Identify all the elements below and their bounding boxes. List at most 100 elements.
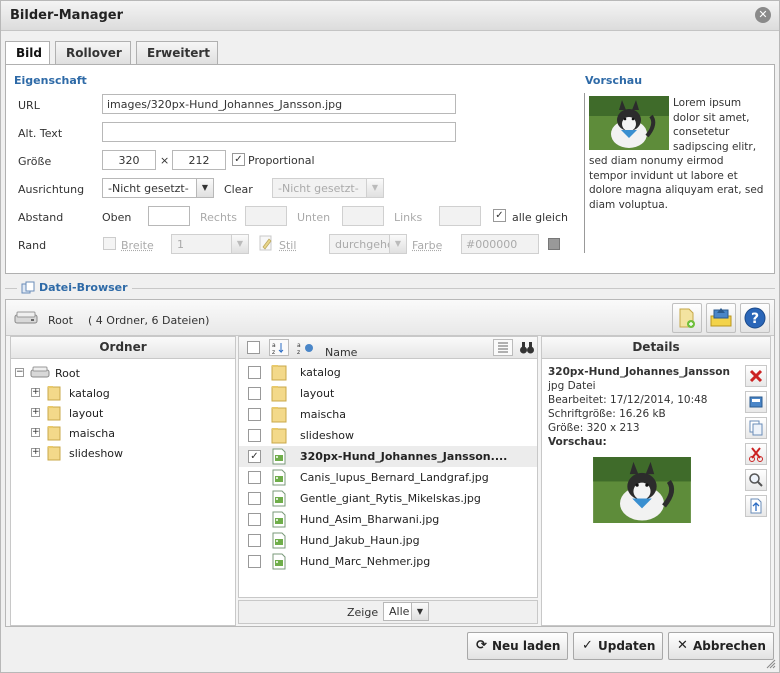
proportional-checkbox[interactable]: ✓ <box>232 153 245 166</box>
file-row[interactable]: layout <box>239 383 537 404</box>
svg-text:?: ? <box>751 311 759 327</box>
height-input[interactable] <box>172 150 226 170</box>
tab-rollover[interactable]: Rollover <box>55 41 131 65</box>
file-row[interactable]: slideshow <box>239 425 537 446</box>
update-button[interactable]: ✓ Updaten <box>573 632 663 660</box>
folder-icon <box>47 446 61 461</box>
file-name: maischa <box>300 408 347 421</box>
border-color-label: Farbe <box>412 239 443 252</box>
sort-az-icon[interactable]: az <box>269 339 289 356</box>
file-row[interactable]: Hund_Jakub_Haun.jpg <box>239 530 537 551</box>
all-equal-checkbox[interactable]: ✓ <box>493 209 506 222</box>
folder-icon <box>271 427 287 447</box>
cancel-x-icon: ✕ <box>677 638 688 653</box>
tree-item-label: maischa <box>69 427 116 440</box>
file-name: Hund_Asim_Bharwani.jpg <box>300 513 440 526</box>
border-width-select: 1 ▼ <box>171 234 249 254</box>
select-all-checkbox[interactable] <box>247 341 260 354</box>
close-icon[interactable]: ✕ <box>755 7 771 23</box>
width-input[interactable] <box>102 150 156 170</box>
reload-button[interactable]: ⟳ Neu laden <box>467 632 568 660</box>
svg-text:a: a <box>297 342 301 349</box>
zoom-button[interactable] <box>745 469 767 491</box>
help-button[interactable]: ? <box>740 303 770 333</box>
magnifier-icon <box>749 473 763 487</box>
details-filename: 320px-Hund_Johannes_Jansson <box>548 366 730 378</box>
insert-image-icon <box>749 396 763 408</box>
file-row[interactable]: Hund_Marc_Nehmer.jpg <box>239 551 537 572</box>
tree-item-label: layout <box>69 407 104 420</box>
expand-icon[interactable]: + <box>31 408 40 417</box>
chevron-down-icon: ▼ <box>389 235 406 253</box>
file-checkbox[interactable] <box>248 534 261 547</box>
alignment-select[interactable]: -Nicht gesetzt- ▼ <box>102 178 214 198</box>
file-checkbox[interactable] <box>248 408 261 421</box>
window-title: Bilder-Manager <box>10 8 124 23</box>
upload-button[interactable] <box>706 303 736 333</box>
border-width-value: 1 <box>177 238 184 251</box>
spacing-left-input <box>439 206 481 226</box>
files-filter-bar: Zeige Alle ▼ <box>238 600 538 624</box>
collapse-icon[interactable]: − <box>15 368 24 377</box>
file-row[interactable]: maischa <box>239 404 537 425</box>
file-row[interactable]: Hund_Asim_Bharwani.jpg <box>239 509 537 530</box>
file-row[interactable]: katalog <box>239 362 537 383</box>
image-file-icon <box>271 511 287 531</box>
refresh-icon: ⟳ <box>476 638 487 653</box>
expand-icon[interactable]: + <box>31 448 40 457</box>
show-label: Zeige <box>347 606 379 619</box>
upload-icon <box>710 308 732 327</box>
preview-dog-image <box>589 96 669 150</box>
delete-button[interactable] <box>745 365 767 387</box>
times-sign: × <box>160 154 170 167</box>
file-checkbox[interactable] <box>248 513 261 526</box>
show-filter-select[interactable]: Alle ▼ <box>383 602 429 621</box>
file-row[interactable]: Canis_lupus_Bernard_Landgraf.jpg <box>239 467 537 488</box>
file-checkbox[interactable] <box>248 366 261 379</box>
alt-text-label: Alt. Text <box>18 127 63 140</box>
expand-icon[interactable]: + <box>31 428 40 437</box>
update-button-label: Updaten <box>598 639 656 653</box>
cancel-button[interactable]: ✕ Abbrechen <box>668 632 774 660</box>
alignment-label: Ausrichtung <box>18 183 85 196</box>
preview-heading: Vorschau <box>585 74 643 87</box>
name-header-label[interactable]: Name <box>325 342 357 363</box>
details-view-icon[interactable] <box>493 339 513 356</box>
file-checkbox[interactable] <box>248 471 261 484</box>
insert-button[interactable] <box>745 391 767 413</box>
file-checkbox[interactable] <box>248 429 261 442</box>
spacing-top-input[interactable] <box>148 206 190 226</box>
border-style-select: durchgehend ▼ <box>329 234 407 254</box>
file-checkbox[interactable] <box>248 492 261 505</box>
file-checkbox[interactable] <box>248 555 261 568</box>
browser-toolbar: Root ( 4 Ordner, 6 Dateien) ? <box>6 300 774 336</box>
sort-za-icon[interactable]: az <box>295 339 317 356</box>
alt-text-input[interactable] <box>102 122 456 142</box>
details-column: Details 320px-Hund_Johannes_Jansson jpg … <box>541 336 771 626</box>
svg-text:z: z <box>272 349 275 356</box>
resize-grip-icon[interactable] <box>766 659 776 669</box>
delete-icon <box>749 369 763 383</box>
cut-button[interactable] <box>745 443 767 465</box>
copy-button[interactable] <box>745 417 767 439</box>
file-checkbox[interactable] <box>248 387 261 400</box>
browser-icon <box>21 281 35 294</box>
tab-erweitert[interactable]: Erweitert <box>136 41 218 65</box>
file-checkbox[interactable]: ✓ <box>248 450 261 463</box>
details-dog-image <box>593 457 691 523</box>
new-folder-button[interactable] <box>672 303 702 333</box>
tab-bild[interactable]: Bild <box>5 41 50 66</box>
file-row[interactable]: Gentle_giant_Rytis_Mikelskas.jpg <box>239 488 537 509</box>
upload-file-button[interactable] <box>745 495 767 517</box>
url-input[interactable] <box>102 94 456 114</box>
border-checkbox[interactable] <box>103 237 116 250</box>
expand-icon[interactable]: + <box>31 388 40 397</box>
details-preview-label: Vorschau: <box>548 436 607 448</box>
file-name: Hund_Jakub_Haun.jpg <box>300 534 420 547</box>
style-pencil-icon <box>259 235 272 251</box>
file-row[interactable]: ✓ 320px-Hund_Johannes_Jansson.... <box>239 446 537 467</box>
details-modified: Bearbeitet: 17/12/2014, 10:48 <box>548 394 708 406</box>
spacing-left-label: Links <box>394 211 423 224</box>
binoculars-icon[interactable] <box>519 339 535 356</box>
file-name: slideshow <box>300 429 355 442</box>
